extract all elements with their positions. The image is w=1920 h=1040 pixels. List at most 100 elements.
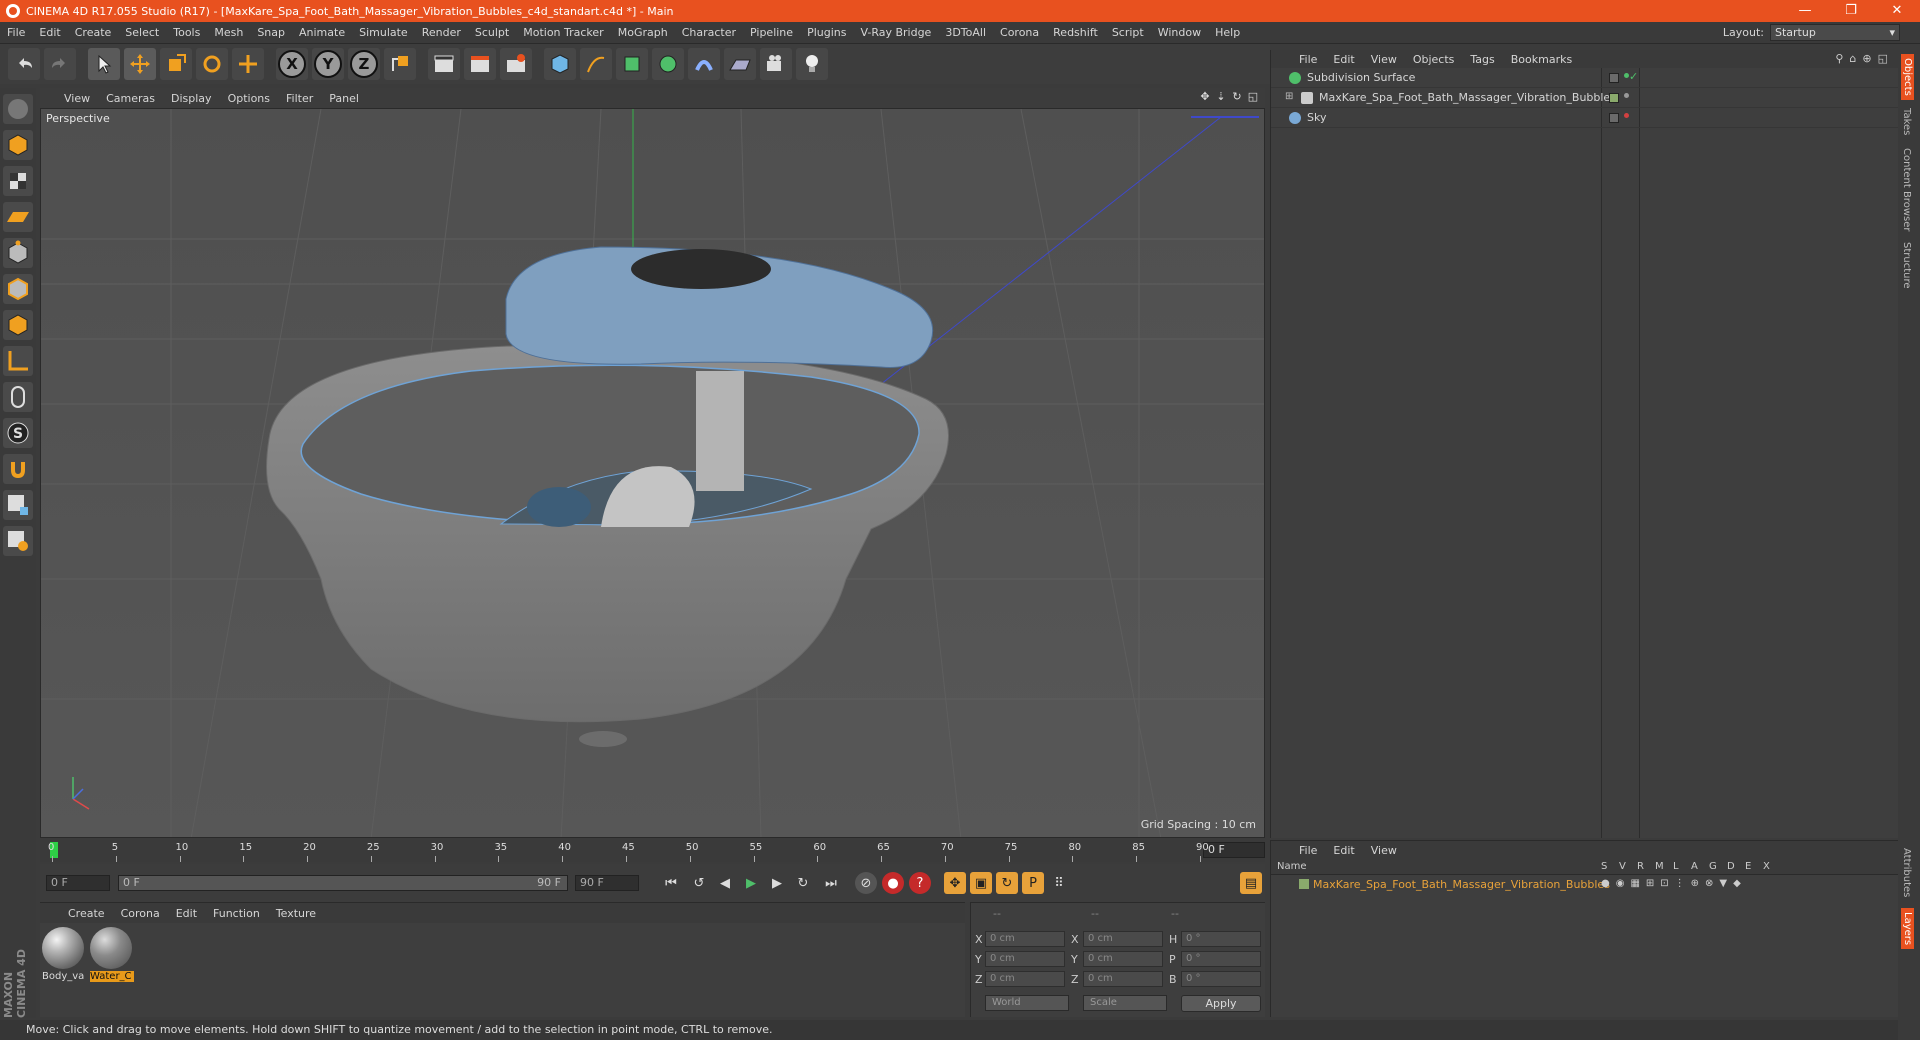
size-mode-select[interactable]: Scale [1083, 995, 1167, 1011]
object-row-sky[interactable]: Sky [1271, 108, 1898, 128]
viewport-maximize-icon[interactable]: ◱ [1247, 90, 1259, 104]
menu-animate[interactable]: Animate [292, 26, 352, 39]
viewport-menu-view[interactable]: View [56, 92, 98, 105]
tweak-mode-button[interactable] [3, 382, 33, 412]
key-parameter-button[interactable]: P [1022, 872, 1044, 894]
spline-pen-button[interactable] [580, 48, 612, 80]
lm-menu-view[interactable]: View [1363, 844, 1405, 857]
mm-menu-edit[interactable]: Edit [168, 907, 205, 920]
key-rotation-button[interactable]: ↻ [996, 872, 1018, 894]
key-pla-button[interactable]: ⠿ [1048, 872, 1070, 894]
mm-menu-corona[interactable]: Corona [113, 907, 168, 920]
menu-vray-bridge[interactable]: V-Ray Bridge [853, 26, 938, 39]
menu-create[interactable]: Create [68, 26, 119, 39]
object-row-subdivision[interactable]: Subdivision Surface ✓ [1271, 68, 1898, 88]
edges-mode-button[interactable] [3, 274, 33, 304]
tab-content-browser[interactable]: Content Browser [1901, 148, 1912, 231]
rotate-tool-button[interactable] [196, 48, 228, 80]
layer-flag[interactable] [1609, 113, 1619, 123]
enabled-check-icon[interactable]: ✓ [1629, 70, 1638, 83]
tab-objects[interactable]: Objects [1901, 54, 1914, 100]
play-button[interactable]: ▶ [740, 872, 762, 894]
snap-settings-button[interactable]: S [3, 418, 33, 448]
menu-help[interactable]: Help [1208, 26, 1247, 39]
menu-corona[interactable]: Corona [993, 26, 1046, 39]
z-axis-button[interactable]: Z [348, 48, 380, 80]
cloner-button[interactable] [652, 48, 684, 80]
lock-workplane-button[interactable] [3, 490, 33, 520]
menu-sculpt[interactable]: Sculpt [468, 26, 516, 39]
menu-motion-tracker[interactable]: Motion Tracker [516, 26, 610, 39]
perspective-viewport[interactable]: Perspective Grid Spacing : 10 cm [40, 108, 1265, 838]
minimize-button[interactable]: — [1782, 0, 1828, 22]
menu-pipeline[interactable]: Pipeline [743, 26, 800, 39]
size-x-field[interactable]: 0 cm [1083, 931, 1163, 947]
mm-menu-texture[interactable]: Texture [268, 907, 324, 920]
light-button[interactable] [796, 48, 828, 80]
layout-select[interactable]: Startup [1770, 24, 1900, 41]
lm-menu-file[interactable]: File [1291, 844, 1325, 857]
previous-keyframe-button[interactable]: ↺ [688, 872, 710, 894]
menu-3dtoall[interactable]: 3DToAll [938, 26, 993, 39]
record-active-button[interactable]: ⊘ [855, 872, 877, 894]
start-frame-field[interactable]: 0 F [46, 875, 110, 891]
render-picture-viewer-button[interactable] [464, 48, 496, 80]
om-menu-view[interactable]: View [1363, 53, 1405, 66]
om-menu-tags[interactable]: Tags [1462, 53, 1502, 66]
current-frame-field[interactable]: 0 F [1203, 842, 1265, 858]
menu-mograph[interactable]: MoGraph [611, 26, 675, 39]
mm-menu-function[interactable]: Function [205, 907, 268, 920]
viewport-menu-display[interactable]: Display [163, 92, 220, 105]
frame-range-slider[interactable]: 0 F 90 F [118, 875, 568, 891]
apply-button[interactable]: Apply [1181, 995, 1261, 1012]
visibility-dot[interactable] [1624, 113, 1629, 118]
layer-row[interactable]: MaxKare_Spa_Foot_Bath_Massager_Vibration… [1271, 875, 1898, 893]
om-maximize-icon[interactable]: ◱ [1878, 52, 1888, 65]
render-view-button[interactable] [428, 48, 460, 80]
rotation-h-field[interactable]: 0 ° [1181, 931, 1261, 947]
coordinate-mode-select[interactable]: World [985, 995, 1069, 1011]
viewport-menu-options[interactable]: Options [220, 92, 278, 105]
position-z-field[interactable]: 0 cm [985, 971, 1065, 987]
om-menu-bookmarks[interactable]: Bookmarks [1503, 53, 1580, 66]
autokey-button[interactable]: ● [882, 872, 904, 894]
subdivision-surface-button[interactable] [616, 48, 648, 80]
redo-button[interactable] [44, 48, 76, 80]
om-home-icon[interactable]: ⌂ [1849, 52, 1856, 65]
menu-mesh[interactable]: Mesh [207, 26, 250, 39]
layer-color-swatch[interactable] [1299, 879, 1309, 889]
om-search-icon[interactable]: ⚲ [1835, 52, 1843, 65]
position-x-field[interactable]: 0 cm [985, 931, 1065, 947]
y-axis-button[interactable]: Y [312, 48, 344, 80]
next-frame-button[interactable]: ▶ [766, 872, 788, 894]
next-keyframe-button[interactable]: ↻ [792, 872, 814, 894]
end-frame-field[interactable]: 90 F [575, 875, 639, 891]
timeline-ruler[interactable]: 0 F 0 5 10 15 20 25 30 35 40 45 50 55 60 65 70 75 80 85 90 [40, 840, 1265, 862]
undo-button[interactable] [8, 48, 40, 80]
cube-object-button[interactable] [544, 48, 576, 80]
viewport-menu-cameras[interactable]: Cameras [98, 92, 163, 105]
mm-menu-create[interactable]: Create [60, 907, 113, 920]
menu-snap[interactable]: Snap [250, 26, 292, 39]
workplane-mode-button[interactable] [3, 202, 33, 232]
object-row-foot-bath[interactable]: ⊞ MaxKare_Spa_Foot_Bath_Massager_Vibrati… [1271, 88, 1898, 108]
go-to-start-button[interactable]: ⏮ [660, 872, 682, 894]
rotation-b-field[interactable]: 0 ° [1181, 971, 1261, 987]
lm-menu-edit[interactable]: Edit [1325, 844, 1362, 857]
menu-tools[interactable]: Tools [166, 26, 207, 39]
key-position-button[interactable]: ✥ [944, 872, 966, 894]
visibility-dot[interactable] [1624, 93, 1629, 98]
deformer-button[interactable] [688, 48, 720, 80]
enable-snap-button[interactable] [3, 454, 33, 484]
camera-button[interactable] [760, 48, 792, 80]
rotation-p-field[interactable]: 0 ° [1181, 951, 1261, 967]
om-menu-edit[interactable]: Edit [1325, 53, 1362, 66]
expand-toggle-icon[interactable]: ⊞ [1285, 91, 1293, 102]
menu-select[interactable]: Select [118, 26, 166, 39]
restore-button[interactable]: ❐ [1828, 0, 1874, 22]
points-mode-button[interactable] [3, 238, 33, 268]
viewport-pan-icon[interactable]: ✥ [1199, 90, 1211, 104]
tab-attributes[interactable]: Attributes [1901, 848, 1912, 897]
make-editable-button[interactable] [3, 94, 33, 124]
menu-file[interactable]: File [0, 26, 32, 39]
